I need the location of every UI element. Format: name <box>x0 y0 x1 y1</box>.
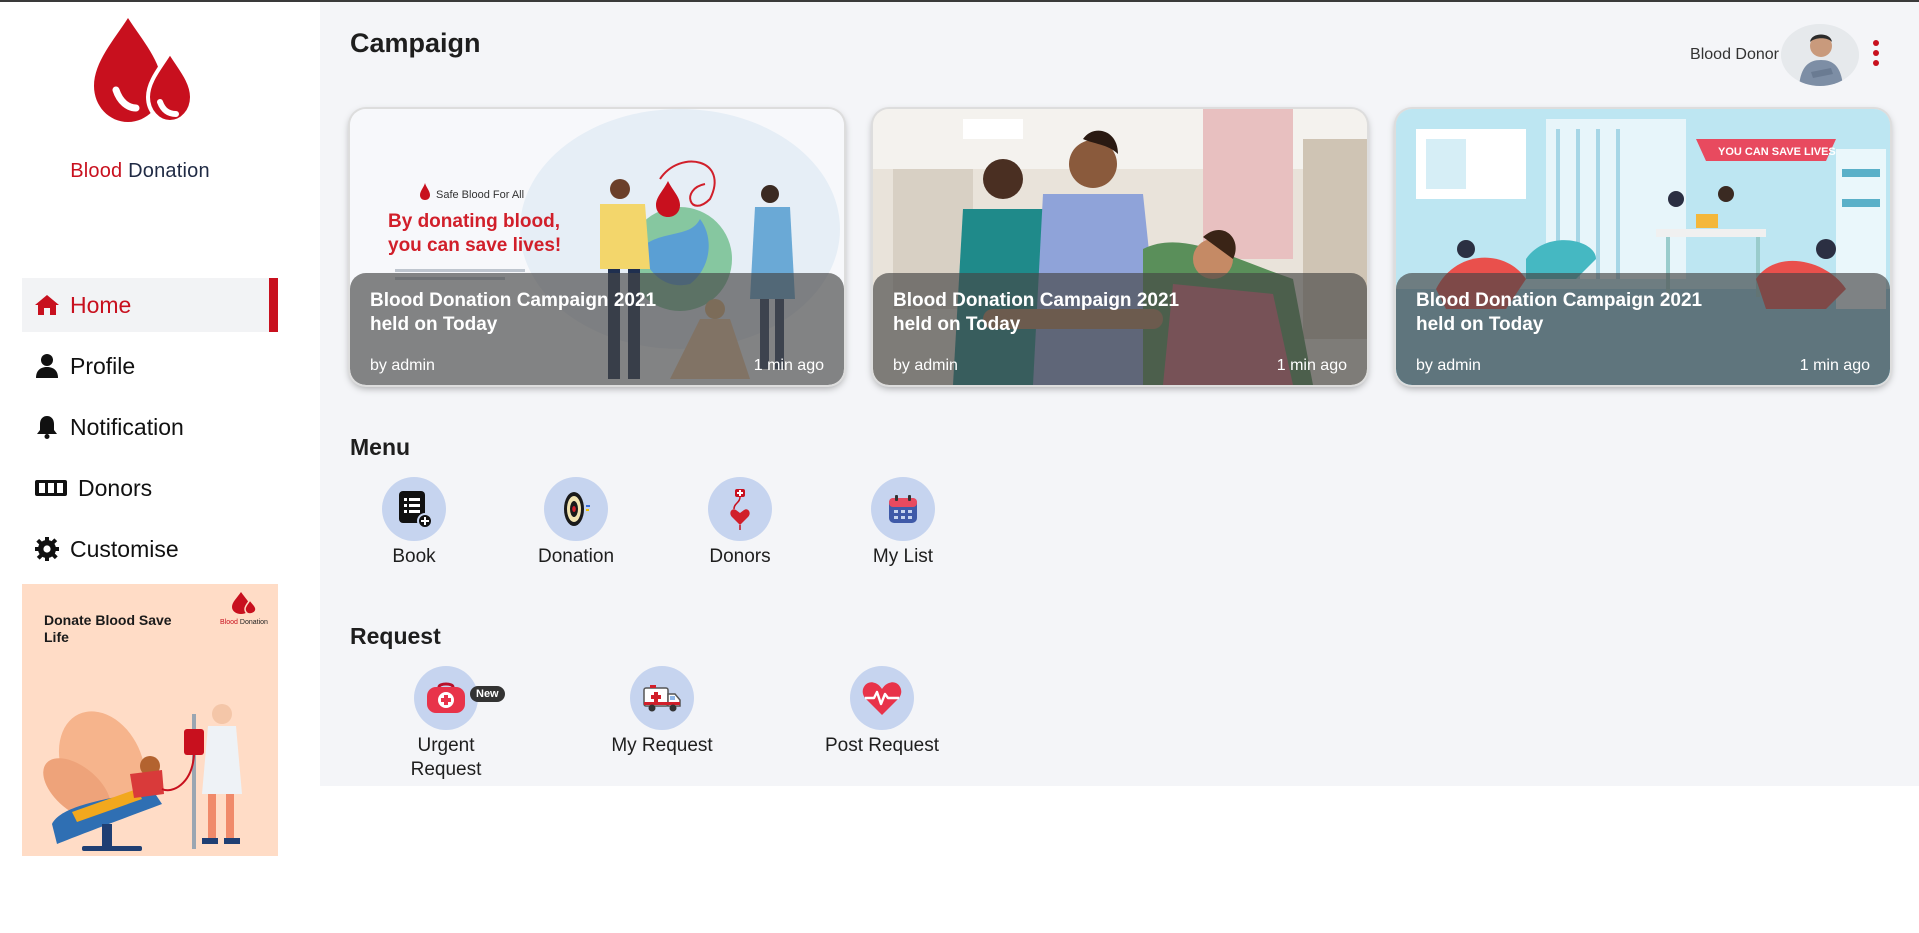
request-item-my-request[interactable]: My Request <box>602 666 722 758</box>
calendar-icon <box>871 477 935 541</box>
sidebar-item-label: Home <box>70 291 132 318</box>
menu-item-label: My List <box>872 546 934 567</box>
menu-item-book[interactable]: Book <box>354 477 474 569</box>
menu-section-title: Menu <box>350 434 411 460</box>
menu-item-label: Book <box>392 546 436 567</box>
svg-text:YOU CAN SAVE LIVES: YOU CAN SAVE LIVES <box>1718 146 1836 158</box>
sidebar-item-label: Donors <box>78 474 153 501</box>
campaign-card[interactable]: Blood Donation Campaign 2021 held on Tod… <box>873 109 1367 385</box>
page-title: Campaign <box>350 28 481 58</box>
donor-chair-illustration <box>43 704 242 851</box>
card-title: Blood Donation Campaign 2021 held on Tod… <box>370 290 657 335</box>
user-icon <box>34 353 60 379</box>
heart-drip-icon <box>708 477 772 541</box>
medical-bag-icon <box>414 666 478 730</box>
gear-icon <box>34 536 60 562</box>
svg-text:Safe Blood For All: Safe Blood For All <box>436 189 524 201</box>
sidebar-item-donors[interactable]: Donors <box>22 461 278 515</box>
heartbeat-icon <box>850 666 914 730</box>
request-item-urgent[interactable]: New Urgent Request <box>386 666 506 782</box>
campaign-card[interactable]: Safe Blood For All By donating blood, yo… <box>350 109 844 385</box>
request-item-label: Urgent Request <box>410 735 482 780</box>
request-item-label: My Request <box>611 735 713 756</box>
sidebar-item-profile[interactable]: Profile <box>22 339 278 393</box>
brand-name: Blood Donation <box>70 160 210 182</box>
menu-item-label: Donation <box>537 546 615 567</box>
card-time: 1 min ago <box>1799 357 1870 374</box>
svg-text:you can save lives!: you can save lives! <box>388 235 561 256</box>
card-author: by admin <box>370 357 435 374</box>
main-content: Campaign Blood Donor Safe Blood For All … <box>320 2 1919 786</box>
brand-logo[interactable]: Blood Donation <box>60 18 220 188</box>
donate-promo-banner[interactable]: Donate Blood Save Life Blood Donation <box>22 584 278 856</box>
menu-item-label: Donors <box>709 546 771 567</box>
sidebar-item-notification[interactable]: Notification <box>22 400 278 454</box>
sidebar-item-home[interactable]: Home <box>22 278 278 332</box>
request-section-title: Request <box>350 623 441 649</box>
card-author: by admin <box>893 357 958 374</box>
more-options-icon[interactable] <box>1871 40 1881 74</box>
menu-item-donation[interactable]: Donation <box>516 477 636 569</box>
sidebar-item-label: Notification <box>70 413 184 440</box>
sidebar-item-label: Profile <box>70 352 136 379</box>
sidebar-item-customise[interactable]: Customise <box>22 522 278 576</box>
home-icon <box>34 292 60 318</box>
sidebar: Blood Donation Home Profile Notification <box>0 2 320 933</box>
svg-text:By donating blood,: By donating blood, <box>388 211 560 232</box>
menu-item-donors[interactable]: Donors <box>680 477 800 569</box>
bell-icon <box>34 414 60 440</box>
card-title: Blood Donation Campaign 2021 held on Tod… <box>893 290 1180 335</box>
book-list-icon <box>382 477 446 541</box>
card-time: 1 min ago <box>1276 357 1347 374</box>
blood-drops-icon <box>232 592 257 615</box>
dartboard-icon <box>544 477 608 541</box>
request-item-label: Post Request <box>824 735 940 756</box>
user-name: Blood Donor <box>1690 46 1779 63</box>
promo-logo: Blood Donation <box>218 592 270 626</box>
card-title: Blood Donation Campaign 2021 held on Tod… <box>1416 290 1703 335</box>
id-cards-icon <box>34 475 68 501</box>
request-item-post-request[interactable]: Post Request <box>822 666 942 758</box>
menu-item-my-list[interactable]: My List <box>843 477 963 569</box>
avatar[interactable] <box>1781 24 1859 86</box>
user-profile[interactable]: Blood Donor <box>1690 24 1859 86</box>
campaign-card[interactable]: YOU CAN SAVE LIVES Blood Donation Campai… <box>1396 109 1890 385</box>
promo-title: Donate Blood Save Life <box>44 612 172 645</box>
ambulance-icon <box>630 666 694 730</box>
new-badge: New <box>470 686 505 702</box>
blood-drops-icon <box>94 18 195 125</box>
sidebar-nav: Home Profile Notification Donors Customi… <box>22 278 278 583</box>
sidebar-item-label: Customise <box>70 535 179 562</box>
card-time: 1 min ago <box>753 357 824 374</box>
card-author: by admin <box>1416 357 1481 374</box>
campaign-carousel: Safe Blood For All By donating blood, yo… <box>350 109 1890 385</box>
